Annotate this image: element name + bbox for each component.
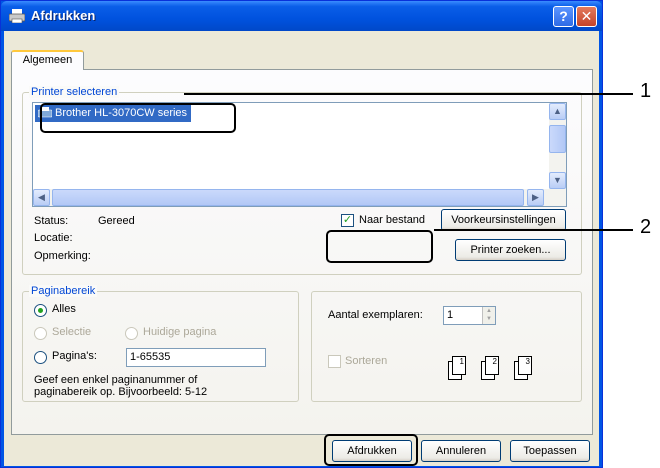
printer-select-legend: Printer selecteren xyxy=(29,86,120,98)
callout-number-2: 2 xyxy=(640,216,652,238)
all-pages-label[interactable]: Alles xyxy=(52,303,76,315)
print-to-file-highlight xyxy=(326,230,433,263)
h-scroll-thumb[interactable] xyxy=(52,189,524,206)
scroll-left-icon[interactable]: ◀ xyxy=(33,189,50,206)
page-range-hint: Geef een enkel paginanummer of paginaber… xyxy=(34,374,208,398)
callout-line-2 xyxy=(434,229,633,231)
copies-label: Aantal exemplaren: xyxy=(328,309,423,321)
collate-checkbox[interactable] xyxy=(328,355,341,368)
scroll-up-icon[interactable]: ▲ xyxy=(549,103,566,120)
callout-number-1: 1 xyxy=(640,80,652,102)
vertical-scrollbar[interactable]: ▲ ▼ xyxy=(549,103,566,189)
copies-group: Aantal exemplaren: 1 ▲▼ Sorteren 11 22 3… xyxy=(311,291,582,402)
copies-spinner-icon[interactable]: ▲ ▼ xyxy=(482,307,495,324)
cancel-button[interactable]: Annuleren xyxy=(421,440,501,462)
print-to-file-label[interactable]: Naar bestand xyxy=(359,214,425,226)
apply-button[interactable]: Toepassen xyxy=(510,440,590,462)
comment-label: Opmerking: xyxy=(34,250,91,262)
all-pages-radio[interactable] xyxy=(34,304,47,317)
scroll-down-icon[interactable]: ▼ xyxy=(549,172,566,189)
selection-radio[interactable] xyxy=(34,327,47,340)
find-printer-button[interactable]: Printer zoeken... xyxy=(455,239,566,261)
help-button[interactable]: ? xyxy=(553,6,574,27)
close-button[interactable]: ✕ xyxy=(576,6,597,27)
pages-radio[interactable] xyxy=(34,351,47,364)
print-to-file-checkbox[interactable]: ✓ xyxy=(341,214,354,227)
collate-preview-icon: 11 22 33 xyxy=(443,352,558,384)
pages-label[interactable]: Pagina's: xyxy=(52,350,97,362)
location-label: Locatie: xyxy=(34,232,73,244)
title-bar[interactable]: Afdrukken ? ✕ xyxy=(1,1,602,31)
pages-input[interactable]: 1-65535 xyxy=(126,348,266,367)
preferences-button[interactable]: Voorkeursinstellingen xyxy=(441,209,566,231)
selection-label[interactable]: Selectie xyxy=(52,326,91,338)
horizontal-scrollbar[interactable]: ◀ ▶ xyxy=(33,189,566,206)
printer-icon xyxy=(9,9,25,23)
current-page-label[interactable]: Huidige pagina xyxy=(143,326,216,338)
printer-highlight xyxy=(40,103,236,133)
window-title: Afdrukken xyxy=(31,8,96,23)
scroll-thumb[interactable] xyxy=(549,125,566,153)
page-range-legend: Paginabereik xyxy=(29,285,98,297)
callout-line-1b xyxy=(184,93,238,95)
current-page-radio[interactable] xyxy=(125,327,138,340)
collate-label[interactable]: Sorteren xyxy=(345,355,387,367)
scroll-right-icon[interactable]: ▶ xyxy=(527,189,544,206)
callout-line-1 xyxy=(236,93,633,95)
print-button-highlight xyxy=(324,434,418,466)
status-label: Status: xyxy=(34,215,69,227)
tab-general[interactable]: Algemeen xyxy=(11,50,84,70)
page-range-group: Paginabereik Alles Selectie Huidige pagi… xyxy=(22,285,299,402)
status-value: Gereed xyxy=(98,215,135,227)
